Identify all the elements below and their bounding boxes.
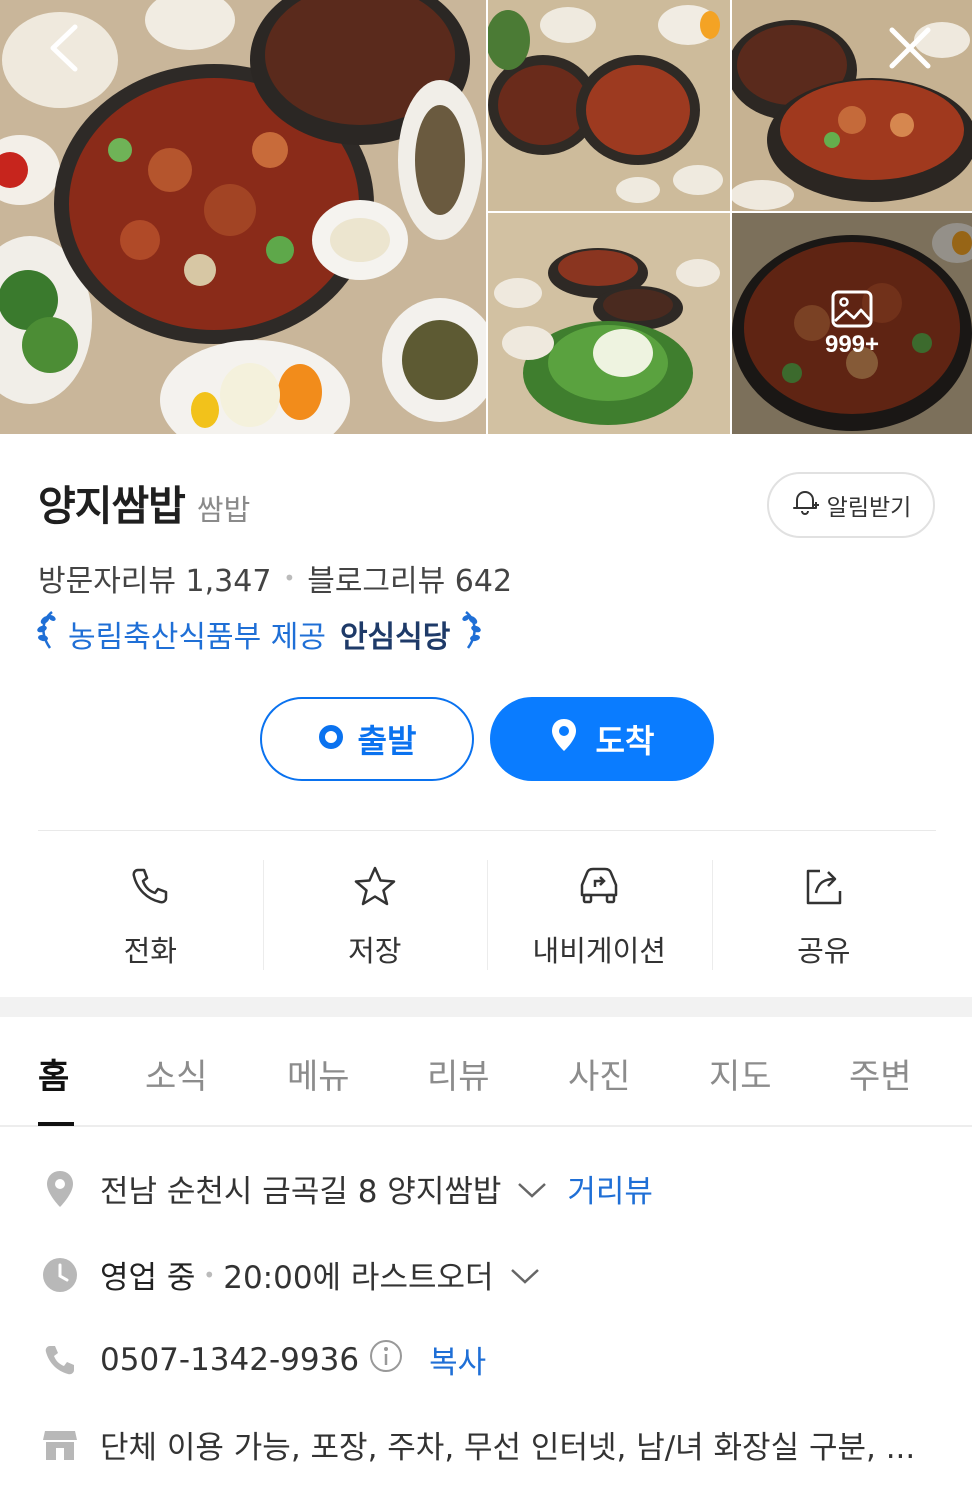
location-pin-icon — [40, 1169, 80, 1209]
photo-gallery: 999+ — [0, 0, 972, 434]
amenities-row[interactable]: 단체 이용 가능, 포장, 주차, 무선 인터넷, 남/녀 화장실 구분, ..… — [40, 1422, 915, 1467]
place-name: 양지쌈밥 — [38, 482, 186, 530]
phone-icon — [130, 862, 170, 910]
visitor-review-link[interactable]: 방문자리뷰 1,347 — [38, 556, 271, 600]
arrive-button[interactable]: 도착 — [490, 697, 714, 781]
title-row: 양지쌈밥 쌈밥 — [38, 472, 250, 532]
origin-dot-icon — [318, 720, 344, 758]
gallery-photo-more[interactable]: 999+ — [732, 213, 972, 434]
chevron-left-icon — [47, 23, 81, 77]
blog-review-label: 블로그리뷰 — [307, 564, 446, 599]
navigation-label: 내비게이션 — [532, 934, 666, 968]
image-icon — [830, 289, 874, 329]
tab-home[interactable]: 홈 — [38, 1049, 69, 1098]
blog-review-link[interactable]: 블로그리뷰 642 — [307, 556, 512, 600]
laurel-right-icon — [460, 610, 482, 658]
store-icon — [40, 1428, 80, 1462]
phone-icon — [40, 1343, 80, 1377]
alarm-label: 알림받기 — [826, 495, 912, 521]
share-icon — [802, 862, 846, 910]
phone-row: 0507-1342-9936 복사 — [40, 1337, 486, 1382]
address-text: 전남 순천시 금곡길 8 양지쌈밥 — [100, 1174, 502, 1210]
tab-photo[interactable]: 사진 — [568, 1049, 631, 1098]
place-category: 쌈밥 — [196, 493, 251, 527]
alarm-button[interactable]: 알림받기 — [767, 472, 935, 538]
chevron-down-icon — [517, 1171, 547, 1207]
call-label: 전화 — [123, 934, 177, 968]
navigation-button[interactable]: 내비게이션 — [487, 860, 712, 970]
share-label: 공유 — [797, 934, 851, 968]
review-summary: 방문자리뷰 1,347 • 블로그리뷰 642 — [38, 556, 512, 600]
badge-title: 안심식당 — [339, 620, 451, 655]
address-row: 전남 순천시 금곡길 8 양지쌈밥 거리뷰 — [40, 1166, 653, 1211]
close-icon — [888, 26, 932, 74]
separator-dot: • — [203, 1262, 216, 1287]
location-pin-icon — [550, 717, 578, 761]
amenities-text: 단체 이용 가능, 포장, 주차, 무선 인터넷, 남/녀 화장실 구분, ..… — [100, 1430, 916, 1466]
tab-map[interactable]: 지도 — [709, 1049, 772, 1098]
last-order-text: 20:00에 라스트오더 — [223, 1260, 494, 1296]
phone-number[interactable]: 0507-1342-9936 — [100, 1342, 359, 1378]
expand-address-button[interactable] — [517, 1171, 547, 1207]
back-button[interactable] — [36, 22, 92, 78]
hours-row: 영업 중 • 20:00에 라스트오더 — [40, 1252, 540, 1297]
visitor-review-label: 방문자리뷰 — [38, 564, 176, 599]
clock-icon — [40, 1256, 80, 1294]
safe-restaurant-badge[interactable]: 농림축산식품부 제공 안심식당 — [36, 610, 482, 658]
street-view-link[interactable]: 거리뷰 — [567, 1166, 653, 1211]
active-tab-indicator — [38, 1122, 74, 1126]
share-button[interactable]: 공유 — [711, 860, 937, 970]
tab-nearby[interactable]: 주변 — [849, 1049, 912, 1098]
bell-plus-icon — [791, 488, 821, 522]
save-button[interactable]: 저장 — [262, 860, 488, 970]
save-label: 저장 — [348, 934, 402, 968]
depart-label: 출발 — [357, 722, 417, 760]
call-button[interactable]: 전화 — [38, 860, 263, 970]
section-divider — [0, 997, 972, 1017]
blog-review-count: 642 — [454, 564, 513, 599]
gallery-photo[interactable] — [488, 213, 730, 434]
visitor-review-count: 1,347 — [185, 564, 272, 599]
close-button[interactable] — [882, 22, 938, 78]
gallery-photo[interactable] — [488, 0, 730, 211]
separator-dot: • — [283, 566, 296, 590]
depart-button[interactable]: 출발 — [260, 697, 474, 781]
tab-review[interactable]: 리뷰 — [427, 1049, 490, 1098]
info-icon[interactable] — [369, 1339, 403, 1381]
more-photos-count: 999+ — [824, 330, 880, 358]
star-icon — [353, 862, 397, 910]
tab-news[interactable]: 소식 — [145, 1049, 208, 1098]
tab-bar: 홈 소식 메뉴 리뷰 사진 지도 주변 — [0, 1017, 972, 1127]
action-row: 전화 저장 내비게이션 공유 — [38, 860, 936, 970]
more-photos-overlay: 999+ — [732, 213, 972, 434]
arrive-label: 도착 — [595, 722, 655, 760]
badge-source: 농림축산식품부 제공 — [68, 620, 326, 655]
expand-hours-button[interactable] — [510, 1257, 540, 1293]
open-status: 영업 중 — [100, 1260, 196, 1296]
laurel-left-icon — [36, 610, 58, 658]
car-icon — [576, 862, 622, 910]
copy-phone-button[interactable]: 복사 — [429, 1337, 486, 1382]
tab-menu[interactable]: 메뉴 — [287, 1049, 350, 1098]
divider — [38, 830, 936, 831]
chevron-down-icon — [510, 1257, 540, 1293]
